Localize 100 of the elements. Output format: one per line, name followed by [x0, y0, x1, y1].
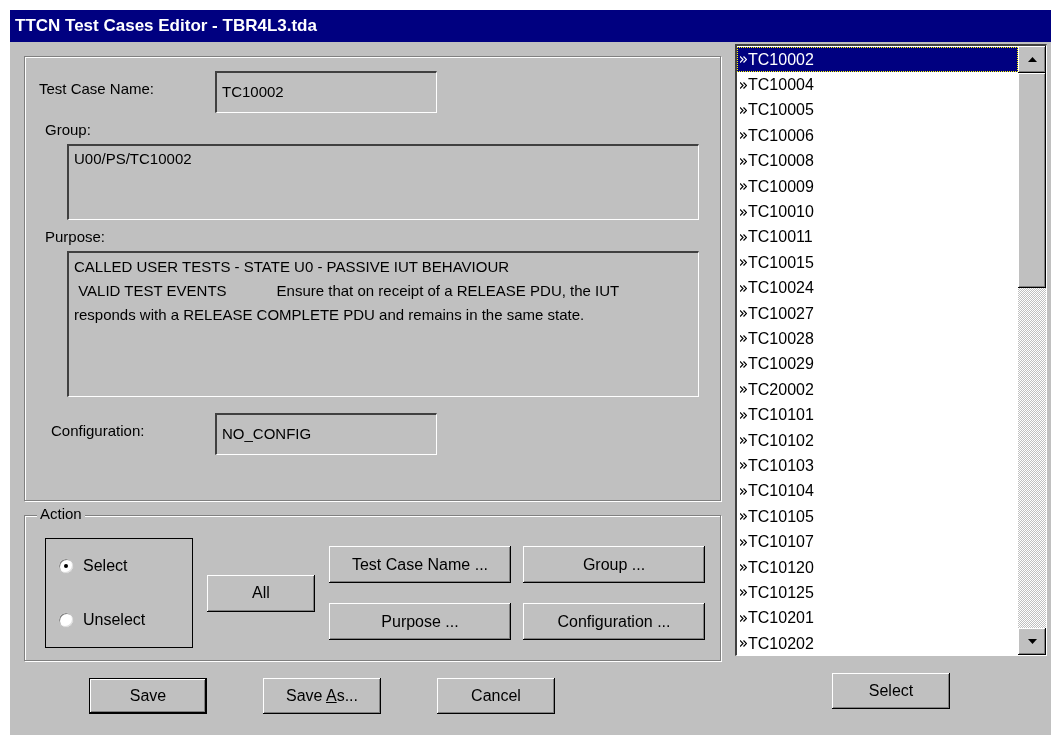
window-title: TTCN Test Cases Editor - TBR4L3.tda: [10, 10, 1051, 42]
chevron-icon: [740, 564, 747, 571]
list-item[interactable]: TC10011: [737, 224, 1018, 251]
chevron-icon: [740, 132, 747, 140]
list-item-text: TC10120: [748, 558, 814, 577]
down-arrow-icon: [1027, 639, 1037, 644]
list-item-text: TC10011: [748, 228, 813, 247]
list-item[interactable]: TC10107: [737, 529, 1018, 555]
list-item-text: TC10008: [748, 152, 814, 171]
list-item-text: TC10004: [748, 76, 814, 95]
list-item[interactable]: TC10202: [737, 631, 1018, 657]
chevron-icon: [740, 614, 747, 622]
chevron-icon: [740, 259, 747, 267]
list-item[interactable]: TC10029: [737, 351, 1018, 378]
chevron-icon: [740, 360, 747, 368]
scroll-thumb[interactable]: [1018, 73, 1046, 288]
chevron-icon: [740, 462, 747, 470]
chevron-icon: [740, 81, 747, 89]
filter-button[interactable]: Group ...: [523, 546, 705, 583]
purpose-field[interactable]: CALLED USER TESTS - STATE U0 - PASSIVE IUT BEHAVIOUR VALID TEST EVENTS Ensure that on receipt of a RELEASE PDU, the IUT responds with a RELEASE COMPLETE PDU and remains in the same state.: [67, 251, 699, 397]
scroll-up-button[interactable]: [1018, 46, 1046, 73]
field-label: Group:: [45, 121, 91, 138]
list-item-text: TC10102: [748, 431, 814, 450]
list-item-text: TC10107: [748, 533, 814, 552]
field-label: Configuration:: [50, 421, 146, 439]
list-item-text: TC10029: [748, 355, 814, 374]
group-title: Action: [37, 505, 85, 522]
chevron-icon: [740, 589, 747, 597]
chevron-icon: [740, 106, 747, 114]
chevron-icon: [740, 335, 747, 343]
list-item[interactable]: TC10120: [737, 554, 1018, 581]
list-item[interactable]: TC10201: [737, 605, 1018, 631]
list-item-text: TC10005: [748, 101, 814, 120]
chevron-icon: [740, 538, 747, 546]
chevron-icon: [740, 157, 747, 165]
chevron-icon: [740, 233, 747, 241]
list-item[interactable]: TC10010: [737, 199, 1018, 225]
chevron-icon: [740, 208, 747, 216]
list-item-text: TC10024: [748, 279, 814, 298]
filter-button[interactable]: Test Case Name ...: [329, 546, 511, 583]
chevron-icon: [740, 437, 747, 445]
group-field[interactable]: U00/PS/TC10002: [67, 144, 699, 220]
name-field[interactable]: TC10002: [215, 71, 437, 113]
all-button[interactable]: All: [207, 574, 315, 612]
list-item-text: TC10125: [748, 583, 814, 602]
radio-option[interactable]: Unselect: [58, 611, 192, 629]
list-item-text: TC10104: [748, 482, 814, 501]
select-button[interactable]: Select: [832, 673, 950, 709]
filter-button[interactable]: Purpose ...: [329, 603, 511, 640]
list-item-text: TC10015: [748, 253, 814, 272]
chevron-icon: [740, 310, 747, 318]
dialog-button[interactable]: Save As...: [263, 678, 381, 714]
radio-icon[interactable]: [58, 558, 74, 574]
list-item-text: TC10002: [748, 50, 814, 69]
list-item[interactable]: TC10015: [737, 250, 1018, 276]
chevron-icon: [740, 56, 747, 64]
scroll-down-button[interactable]: [1018, 628, 1046, 655]
list-item[interactable]: TC10005: [737, 97, 1018, 124]
chevron-icon: [740, 411, 747, 419]
list-item-text: TC10009: [748, 177, 814, 196]
list-item-text: TC10028: [748, 330, 814, 348]
chevron-icon: [740, 284, 747, 292]
list-item[interactable]: TC20002: [737, 377, 1018, 403]
dialog-button[interactable]: Save: [89, 678, 207, 714]
list-item[interactable]: TC10028: [737, 326, 1018, 352]
chevron-icon: [740, 183, 747, 191]
list-item-text: TC10105: [748, 507, 814, 526]
list-item-text: TC10010: [748, 203, 814, 222]
list-item[interactable]: TC10008: [737, 148, 1018, 174]
list-item[interactable]: TC10027: [737, 300, 1018, 327]
list-item[interactable]: TC10101: [737, 402, 1018, 428]
chevron-icon: [740, 640, 747, 648]
list-item-text: TC10103: [748, 456, 814, 475]
list-item-text: TC10006: [748, 126, 814, 145]
list-item[interactable]: TC10002: [737, 47, 1018, 73]
list-item[interactable]: TC10125: [737, 580, 1018, 606]
chevron-icon: [740, 487, 747, 495]
list-item-text: TC10202: [748, 634, 814, 653]
radio-option[interactable]: Select: [58, 557, 192, 575]
list-item[interactable]: TC10004: [737, 72, 1018, 98]
list-item-text: TC10201: [748, 609, 814, 628]
field-label: Purpose:: [45, 228, 106, 245]
list-item[interactable]: TC10105: [737, 504, 1018, 530]
up-arrow-icon: [1027, 57, 1037, 62]
scrollbar[interactable]: [1018, 46, 1046, 655]
list-item[interactable]: TC10024: [737, 275, 1018, 301]
configuration-field[interactable]: NO_CONFIG: [215, 413, 437, 455]
list-item-text: TC10027: [748, 304, 814, 323]
list-item-text: TC20002: [748, 380, 814, 399]
chevron-icon: [740, 386, 747, 394]
list-item[interactable]: TC10006: [737, 123, 1018, 149]
list-item[interactable]: TC10103: [737, 453, 1018, 479]
list-item[interactable]: TC10009: [737, 173, 1018, 200]
list-item[interactable]: TC10102: [737, 427, 1018, 454]
list-item-text: TC10101: [748, 406, 814, 425]
filter-button[interactable]: Configuration ...: [523, 603, 705, 640]
dialog-button[interactable]: Cancel: [437, 678, 555, 714]
field-label: Test Case Name:: [39, 79, 156, 97]
radio-icon[interactable]: [58, 612, 74, 628]
list-item[interactable]: TC10104: [737, 478, 1018, 505]
